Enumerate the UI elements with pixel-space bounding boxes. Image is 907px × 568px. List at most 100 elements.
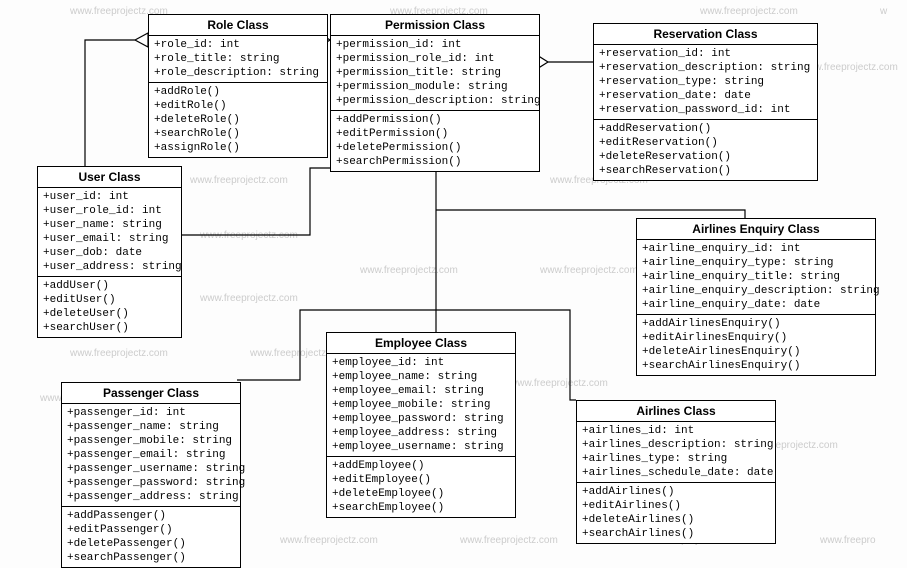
class-row: +editPassenger() <box>67 523 235 537</box>
class-row: +reservation_id: int <box>599 47 812 61</box>
watermark: www.freeprojectz.com <box>700 6 798 17</box>
class-row: +addAirlinesEnquiry() <box>642 317 870 331</box>
class-row: +employee_id: int <box>332 356 510 370</box>
class-row: +passenger_address: string <box>67 490 235 504</box>
class-row: +airline_enquiry_description: string <box>642 284 870 298</box>
watermark: www.freeprojectz.com <box>200 230 298 241</box>
class-row: +airline_enquiry_title: string <box>642 270 870 284</box>
class-operations: +addReservation()+editReservation()+dele… <box>594 120 817 180</box>
class-operations: +addPermission()+editPermission()+delete… <box>331 111 539 171</box>
class-row: +deleteReservation() <box>599 150 812 164</box>
class-operations: +addPassenger()+editPassenger()+deletePa… <box>62 507 240 567</box>
class-row: +reservation_description: string <box>599 61 812 75</box>
class-operations: +addUser()+editUser()+deleteUser()+searc… <box>38 277 181 337</box>
class-row: +deleteRole() <box>154 113 322 127</box>
class-airlines-enquiry: Airlines Enquiry Class +airline_enquiry_… <box>636 218 876 376</box>
class-row: +user_address: string <box>43 260 176 274</box>
class-attributes: +role_id: int+role_title: string+role_de… <box>149 36 327 83</box>
class-airlines: Airlines Class +airlines_id: int+airline… <box>576 400 776 544</box>
class-row: +searchEmployee() <box>332 501 510 515</box>
class-row: +searchPermission() <box>336 155 534 169</box>
class-passenger: Passenger Class +passenger_id: int+passe… <box>61 382 241 568</box>
class-row: +reservation_type: string <box>599 75 812 89</box>
class-attributes: +employee_id: int+employee_name: string +… <box>327 354 515 457</box>
class-row: +passenger_name: string <box>67 420 235 434</box>
class-row: +airlines_id: int <box>582 424 770 438</box>
class-row: +searchUser() <box>43 321 176 335</box>
class-title: Reservation Class <box>594 24 817 45</box>
class-attributes: +reservation_id: int+reservation_descrip… <box>594 45 817 120</box>
class-row: +permission_title: string <box>336 66 534 80</box>
class-row: +editEmployee() <box>332 473 510 487</box>
class-title: Passenger Class <box>62 383 240 404</box>
class-row: +permission_description: string <box>336 94 534 108</box>
class-row: +editReservation() <box>599 136 812 150</box>
watermark: w <box>880 6 887 17</box>
class-title: Role Class <box>149 15 327 36</box>
class-row: +permission_id: int <box>336 38 534 52</box>
class-row: +role_id: int <box>154 38 322 52</box>
class-row: +airline_enquiry_date: date <box>642 298 870 312</box>
class-row: +addAirlines() <box>582 485 770 499</box>
watermark: www.freeprojectz.com <box>70 348 168 359</box>
class-user: User Class +user_id: int+user_role_id: i… <box>37 166 182 338</box>
class-row: +searchAirlinesEnquiry() <box>642 359 870 373</box>
class-row: +passenger_id: int <box>67 406 235 420</box>
class-row: +reservation_date: date <box>599 89 812 103</box>
watermark: www.freeprojectz.com <box>540 265 638 276</box>
class-row: +deletePermission() <box>336 141 534 155</box>
class-row: +airlines_type: string <box>582 452 770 466</box>
class-operations: +addEmployee()+editEmployee()+deleteEmpl… <box>327 457 515 517</box>
class-row: +passenger_password: string <box>67 476 235 490</box>
class-row: +airlines_schedule_date: date <box>582 466 770 480</box>
class-row: +addRole() <box>154 85 322 99</box>
class-row: +role_title: string <box>154 52 322 66</box>
class-row: +editAirlinesEnquiry() <box>642 331 870 345</box>
class-reservation: Reservation Class +reservation_id: int+r… <box>593 23 818 181</box>
class-title: User Class <box>38 167 181 188</box>
class-row: +editUser() <box>43 293 176 307</box>
class-row: +employee_address: string <box>332 426 510 440</box>
class-row: +user_email: string <box>43 232 176 246</box>
class-row: +employee_name: string <box>332 370 510 384</box>
watermark: www.freeprojectz.com <box>190 175 288 186</box>
class-row: +employee_username: string <box>332 440 510 454</box>
class-employee: Employee Class +employee_id: int+employe… <box>326 332 516 518</box>
class-row: +passenger_email: string <box>67 448 235 462</box>
class-attributes: +permission_id: int+permission_role_id: … <box>331 36 539 111</box>
class-row: +addPassenger() <box>67 509 235 523</box>
class-row: +airline_enquiry_id: int <box>642 242 870 256</box>
class-role: Role Class +role_id: int+role_title: str… <box>148 14 328 158</box>
class-row: +role_description: string <box>154 66 322 80</box>
class-row: +addUser() <box>43 279 176 293</box>
class-row: +deleteAirlinesEnquiry() <box>642 345 870 359</box>
class-title: Permission Class <box>331 15 539 36</box>
class-row: +deleteAirlines() <box>582 513 770 527</box>
watermark: www.freeprojectz.com <box>460 535 558 546</box>
class-title: Airlines Enquiry Class <box>637 219 875 240</box>
class-row: +user_role_id: int <box>43 204 176 218</box>
class-row: +addPermission() <box>336 113 534 127</box>
class-row: +airline_enquiry_type: string <box>642 256 870 270</box>
class-row: +searchPassenger() <box>67 551 235 565</box>
class-row: +user_id: int <box>43 190 176 204</box>
class-row: +airlines_description: string <box>582 438 770 452</box>
class-attributes: +airlines_id: int+airlines_description: … <box>577 422 775 483</box>
class-row: +user_name: string <box>43 218 176 232</box>
watermark: www.freeprojectz.com <box>280 535 378 546</box>
class-title: Airlines Class <box>577 401 775 422</box>
class-row: +editPermission() <box>336 127 534 141</box>
class-row: +deleteUser() <box>43 307 176 321</box>
class-attributes: +user_id: int+user_role_id: int+user_nam… <box>38 188 181 277</box>
class-row: +searchAirlines() <box>582 527 770 541</box>
watermark: www.freeprojectz.com <box>200 293 298 304</box>
class-permission: Permission Class +permission_id: int+per… <box>330 14 540 172</box>
watermark: www.freeprojectz.com <box>360 265 458 276</box>
class-attributes: +passenger_id: int+passenger_name: strin… <box>62 404 240 507</box>
class-row: +addReservation() <box>599 122 812 136</box>
class-row: +permission_role_id: int <box>336 52 534 66</box>
watermark: www.freepro <box>820 535 876 546</box>
class-row: +passenger_username: string <box>67 462 235 476</box>
class-row: +user_dob: date <box>43 246 176 260</box>
class-row: +employee_mobile: string <box>332 398 510 412</box>
